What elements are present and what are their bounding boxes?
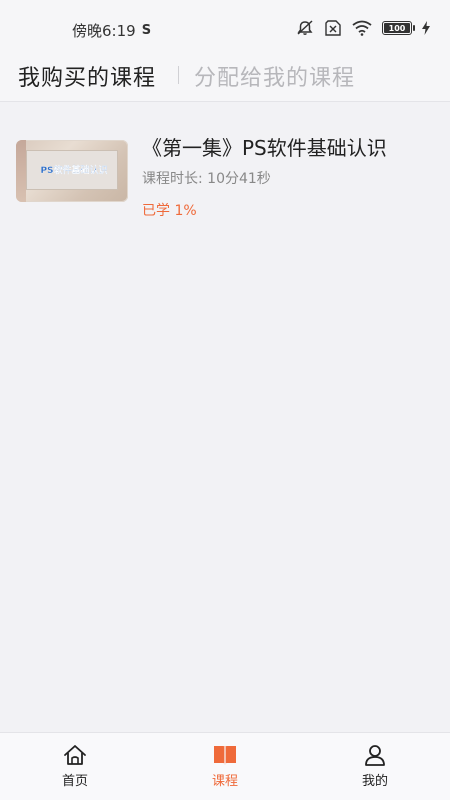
bottom-nav: 首页 课程 我的 (0, 732, 450, 800)
course-duration: 课程时长: 10分41秒 (142, 171, 271, 187)
header-tabs: 我购买的课程 分配给我的课程 (0, 52, 450, 102)
nav-courses-label: 课程 (211, 774, 238, 789)
thumbnail-text: PS软件基础认识 (40, 165, 108, 176)
tab-assigned-courses[interactable]: 分配给我的课程 (194, 60, 355, 92)
tab-purchased-courses[interactable]: 我购买的课程 (18, 60, 156, 92)
nav-courses[interactable]: 课程 (150, 733, 300, 800)
status-icons: 100 (296, 20, 430, 36)
book-icon (213, 744, 237, 766)
tab-divider (178, 66, 179, 84)
user-icon (363, 744, 387, 766)
charging-icon (422, 21, 430, 35)
battery-icon: 100 (382, 21, 415, 35)
nav-mine-label: 我的 (361, 774, 388, 789)
status-time-text: 傍晚6:19 (72, 22, 136, 40)
nav-mine[interactable]: 我的 (300, 733, 450, 800)
thumbnail-band: PS软件基础认识 (28, 162, 120, 176)
course-title[interactable]: 《第一集》PS软件基础认识 (142, 132, 387, 161)
nav-home-label: 首页 (61, 774, 88, 789)
status-time: 傍晚6:19 S (72, 20, 151, 41)
course-list-item[interactable]: PS软件基础认识 《第一集》PS软件基础认识 课程时长: 10分41秒 已学 1… (16, 132, 434, 228)
course-progress: 已学 1% (142, 203, 197, 219)
sim-x-icon (324, 20, 342, 36)
home-icon (63, 744, 87, 766)
course-thumbnail[interactable]: PS软件基础认识 (16, 140, 128, 202)
bell-off-icon (296, 20, 314, 36)
nav-home[interactable]: 首页 (0, 733, 150, 800)
status-bar: 傍晚6:19 S 100 (0, 0, 450, 52)
battery-level: 100 (388, 23, 406, 33)
wifi-icon (352, 20, 372, 36)
s-icon: S (141, 23, 152, 38)
thumbnail-strip (16, 140, 26, 202)
